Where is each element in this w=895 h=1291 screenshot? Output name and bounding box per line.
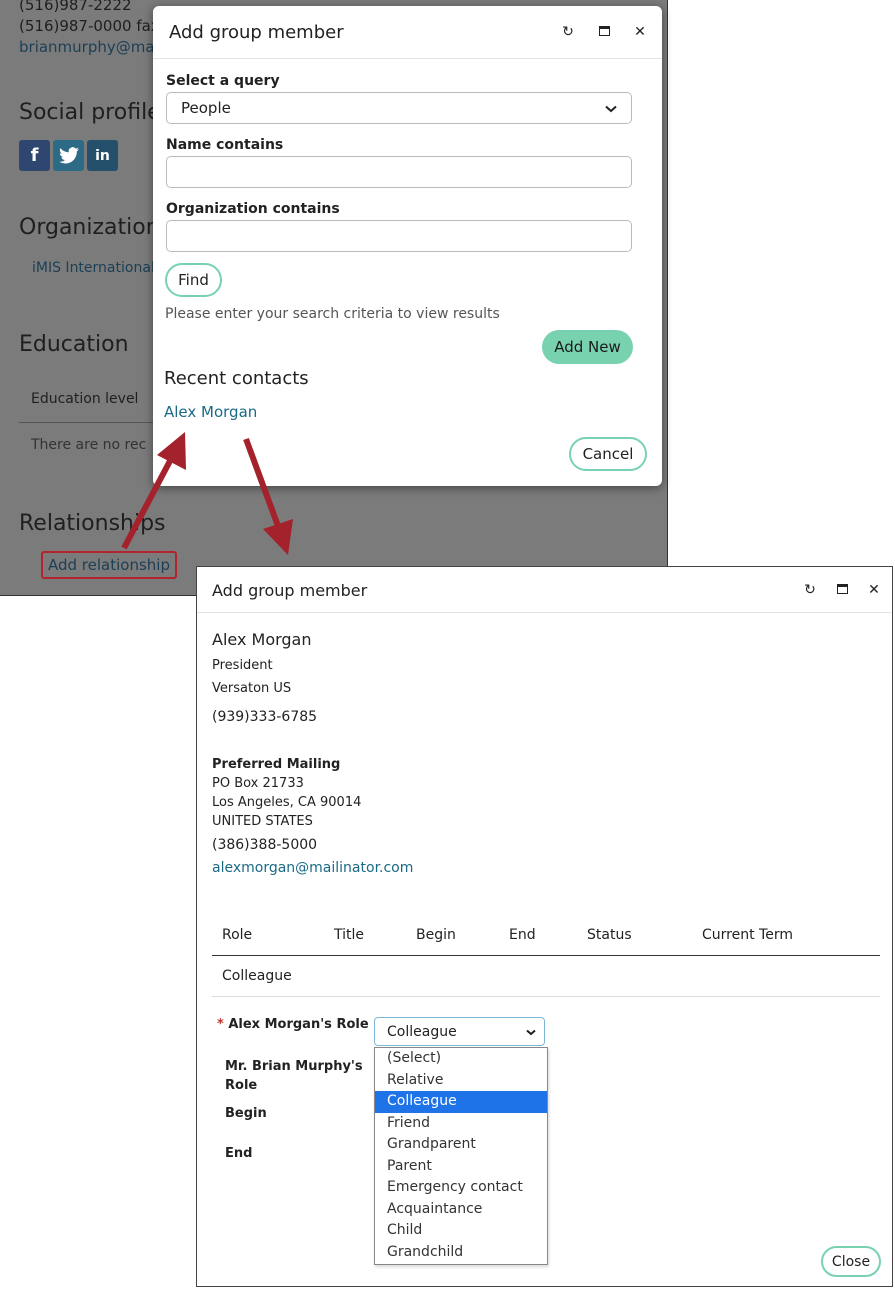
role-option[interactable]: Child xyxy=(375,1220,547,1242)
role-option[interactable]: Grandchild xyxy=(375,1242,547,1264)
table-header-end: End xyxy=(509,927,536,943)
add-relationship-button[interactable]: Add relationship xyxy=(41,551,177,579)
bg-fax: (516)987-0000 fax xyxy=(19,17,160,35)
role-option[interactable]: Grandparent xyxy=(375,1134,547,1156)
begin-label: Begin xyxy=(225,1106,267,1121)
education-heading: Education xyxy=(19,332,129,357)
role-option[interactable]: (Select) xyxy=(375,1048,547,1070)
select-query-label: Select a query xyxy=(166,73,280,89)
facebook-icon[interactable]: f xyxy=(19,140,50,171)
organization-contains-input[interactable] xyxy=(166,220,632,252)
add-group-member-search-dialog: Add group member ↻ ✕ Select a query Peop… xyxy=(153,6,662,486)
role-label: * Alex Morgan's Role xyxy=(217,1017,369,1032)
recent-contact-link[interactable]: Alex Morgan xyxy=(164,403,257,421)
dialog-title: Add group member xyxy=(169,22,344,43)
dialog-title: Add group member xyxy=(212,581,368,600)
address-heading: Preferred Mailing xyxy=(212,757,341,772)
address-line-3: UNITED STATES xyxy=(212,814,313,829)
relationships-heading: Relationships xyxy=(19,511,166,536)
role-option[interactable]: Parent xyxy=(375,1156,547,1178)
social-icons: f in xyxy=(19,140,118,171)
other-role-label: Mr. Brian Murphy's Role xyxy=(225,1057,363,1095)
maximize-icon[interactable] xyxy=(834,582,850,598)
find-button[interactable]: Find xyxy=(165,263,222,297)
role-option[interactable]: Friend xyxy=(375,1113,547,1135)
add-group-member-detail-dialog: Add group member ↻ ✕ Alex Morgan Preside… xyxy=(196,566,893,1287)
cancel-button[interactable]: Cancel xyxy=(569,437,647,471)
contact-job-title: President xyxy=(212,658,273,673)
bg-phone: (516)987-2222 xyxy=(19,0,132,14)
table-header-title: Title xyxy=(334,927,365,943)
address-line-2: Los Angeles, CA 90014 xyxy=(212,795,362,810)
contact-name: Alex Morgan xyxy=(212,630,312,649)
chevron-down-icon xyxy=(605,99,617,117)
recent-contacts-heading: Recent contacts xyxy=(164,368,309,389)
table-header-role: Role xyxy=(222,927,253,943)
contact-phone-2: (386)388-5000 xyxy=(212,837,318,853)
dialog-header: Add group member ↻ ✕ xyxy=(153,6,662,59)
end-label: End xyxy=(225,1146,253,1161)
social-profile-heading: Social profile xyxy=(19,100,161,125)
organization-link[interactable]: iMIS International xyxy=(32,260,155,276)
role-select-value: Colleague xyxy=(387,1023,457,1040)
name-contains-label: Name contains xyxy=(166,137,284,153)
chevron-down-icon xyxy=(526,1024,536,1040)
contact-company: Versaton US xyxy=(212,681,292,696)
search-hint: Please enter your search criteria to vie… xyxy=(165,306,500,322)
close-icon[interactable]: ✕ xyxy=(632,24,648,40)
table-row-role[interactable]: Colleague xyxy=(222,968,292,984)
dialog-header: Add group member ↻ ✕ xyxy=(197,567,892,613)
table-header-begin: Begin xyxy=(416,927,456,943)
select-query-value: People xyxy=(181,99,231,117)
other-role-label-line-2: Role xyxy=(225,1078,258,1093)
linkedin-icon[interactable]: in xyxy=(87,140,118,171)
contact-phone: (939)333-6785 xyxy=(212,709,318,725)
role-option[interactable]: Acquaintance xyxy=(375,1199,547,1221)
select-query-dropdown[interactable]: People xyxy=(166,92,632,124)
close-button[interactable]: Close xyxy=(821,1246,881,1277)
refresh-icon[interactable]: ↻ xyxy=(802,582,818,598)
table-header-status: Status xyxy=(587,927,632,943)
twitter-icon[interactable] xyxy=(53,140,84,171)
close-icon[interactable]: ✕ xyxy=(866,582,882,598)
other-role-label-line-1: Mr. Brian Murphy's xyxy=(225,1059,363,1074)
add-new-button[interactable]: Add New xyxy=(542,330,633,364)
table-row-divider xyxy=(212,996,880,997)
organization-heading: Organization xyxy=(19,215,160,240)
education-column-header: Education level xyxy=(31,391,139,407)
refresh-icon[interactable]: ↻ xyxy=(560,24,576,40)
table-header-current-term: Current Term xyxy=(702,927,793,943)
role-option-selected[interactable]: Colleague xyxy=(375,1091,547,1113)
role-label-text: Alex Morgan's Role xyxy=(228,1017,369,1032)
education-empty-text: There are no rec xyxy=(31,437,147,453)
role-option[interactable]: Relative xyxy=(375,1070,547,1092)
required-mark: * xyxy=(217,1017,224,1032)
maximize-icon[interactable] xyxy=(596,24,612,40)
role-select[interactable]: Colleague xyxy=(374,1017,545,1046)
contact-email-link[interactable]: alexmorgan@mailinator.com xyxy=(212,860,413,876)
role-option[interactable]: Emergency contact xyxy=(375,1177,547,1199)
organization-contains-label: Organization contains xyxy=(166,201,340,217)
name-contains-input[interactable] xyxy=(166,156,632,188)
address-line-1: PO Box 21733 xyxy=(212,776,304,791)
table-header-divider xyxy=(212,955,880,956)
bg-email-link[interactable]: brianmurphy@mai xyxy=(19,38,159,56)
role-options-list: (Select) Relative Colleague Friend Grand… xyxy=(374,1047,548,1265)
